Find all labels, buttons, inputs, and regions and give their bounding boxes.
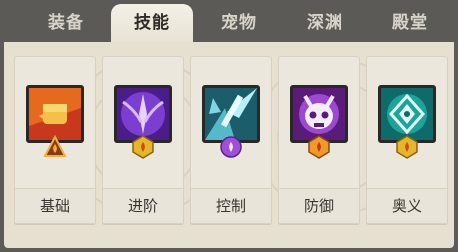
purple-gem-icon — [220, 136, 242, 158]
skills-panel: 基础 进阶 控制 防御 奥义 — [4, 42, 454, 248]
tab-hall[interactable]: 殿堂 — [372, 6, 448, 42]
skill-label: 进阶 — [103, 188, 183, 223]
orange-gem-icon — [308, 135, 330, 159]
tab-abyss[interactable]: 深渊 — [287, 6, 363, 42]
skill-card-ultimate[interactable]: 奥义 — [366, 56, 448, 224]
skill-label: 防御 — [279, 188, 359, 223]
tab-equipment[interactable]: 装备 — [28, 6, 104, 42]
skill-card-basic[interactable]: 基础 — [14, 56, 96, 224]
skill-card-control[interactable]: 控制 — [190, 56, 272, 224]
skill-label: 控制 — [191, 188, 271, 223]
gold-gem-icon — [132, 135, 154, 159]
flame-triangle-icon — [43, 135, 67, 157]
skill-card-advanced[interactable]: 进阶 — [102, 56, 184, 224]
skill-card-defense[interactable]: 防御 — [278, 56, 360, 224]
skill-label: 基础 — [15, 188, 95, 223]
gold-gem-icon — [396, 135, 418, 159]
tab-bar: 装备 技能 宠物 深渊 殿堂 — [0, 0, 458, 44]
skill-label: 奥义 — [367, 188, 447, 223]
tab-pets[interactable]: 宠物 — [201, 6, 277, 42]
tab-skills[interactable]: 技能 — [111, 4, 193, 44]
